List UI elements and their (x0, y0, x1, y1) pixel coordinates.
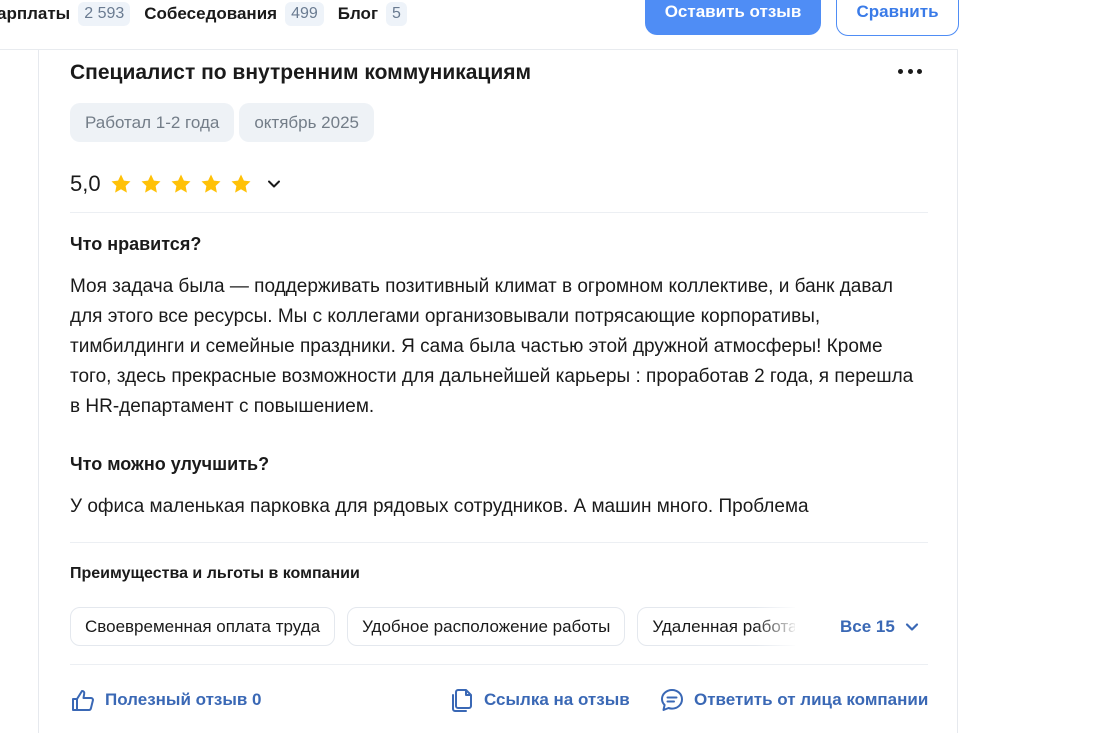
chevron-down-icon[interactable] (265, 175, 283, 193)
reply-label: Ответить от лица компании (694, 690, 929, 709)
tab-label: Блог (337, 4, 379, 23)
copy-link-button[interactable]: Ссылка на отзыв (449, 687, 630, 713)
tab-count-badge: 5 (386, 2, 407, 26)
rating-value: 5,0 (70, 171, 101, 196)
helpful-button[interactable]: Полезный отзыв 0 (70, 687, 262, 713)
tenure-tag: Работал 1-2 года (70, 103, 235, 142)
review-title: Специалист по внутренним коммуникациям (70, 61, 532, 84)
rating-block: 5,0 (70, 171, 283, 197)
star-icon (109, 172, 133, 196)
top-navigation: арплаты 2 593 Собеседования 499 Блог 5 О… (0, 0, 959, 50)
likes-text: Моя задача была — поддерживать позитивны… (70, 276, 914, 417)
helpful-label: Полезный отзыв 0 (105, 690, 262, 709)
date-tag: октябрь 2025 (239, 103, 374, 142)
copy-link-icon (449, 687, 475, 713)
reply-as-company-button[interactable]: Ответить от лица компании (659, 687, 928, 713)
tab-blog[interactable]: Блог 5 (338, 2, 407, 26)
benefits-heading: Преимущества и льготы в компании (70, 565, 360, 582)
benefit-chip: Своевременная оплата труда (70, 607, 336, 646)
star-icon (169, 172, 193, 196)
benefits-fade (755, 607, 835, 647)
review-card: Специалист по внутренним коммуникациям Р… (38, 50, 958, 733)
tab-label: арплаты (0, 4, 71, 23)
copy-link-label: Ссылка на отзыв (484, 690, 630, 709)
divider (70, 664, 928, 665)
star-icon (229, 172, 253, 196)
star-icon (139, 172, 163, 196)
show-all-benefits-button[interactable]: Все 15 (840, 617, 921, 637)
divider (70, 212, 928, 213)
tab-label: Собеседования (144, 4, 278, 23)
benefit-chip: Удобное расположение работы (347, 607, 626, 646)
improve-text: У офиса маленькая парковка для рядовых с… (70, 496, 809, 517)
tab-count-badge: 499 (285, 2, 324, 26)
likes-heading: Что нравится? (70, 234, 202, 254)
thumbs-up-icon (70, 687, 96, 713)
tab-interviews[interactable]: Собеседования 499 (144, 2, 324, 26)
page: арплаты 2 593 Собеседования 499 Блог 5 О… (0, 0, 1093, 733)
review-actions: Полезный отзыв 0 Ссылка на отзыв Ответит… (39, 687, 957, 717)
nav-tabs: арплаты 2 593 Собеседования 499 Блог 5 (0, 0, 421, 28)
tab-count-badge: 2 593 (78, 2, 131, 26)
tab-salaries[interactable]: арплаты 2 593 (0, 2, 131, 26)
chat-bubble-icon (659, 687, 685, 713)
star-icon (199, 172, 223, 196)
more-horizontal-icon[interactable] (894, 62, 926, 80)
compare-button[interactable]: Сравнить (836, 0, 959, 36)
chevron-down-icon (903, 618, 921, 636)
leave-review-button[interactable]: Оставить отзыв (645, 0, 821, 35)
benefits-list: Своевременная оплата труда Удобное распо… (70, 607, 795, 647)
improve-heading: Что можно улучшить? (70, 454, 270, 474)
review-tags: Работал 1-2 года октябрь 2025 (70, 103, 379, 142)
show-all-label: Все 15 (840, 617, 895, 636)
divider (70, 542, 928, 543)
